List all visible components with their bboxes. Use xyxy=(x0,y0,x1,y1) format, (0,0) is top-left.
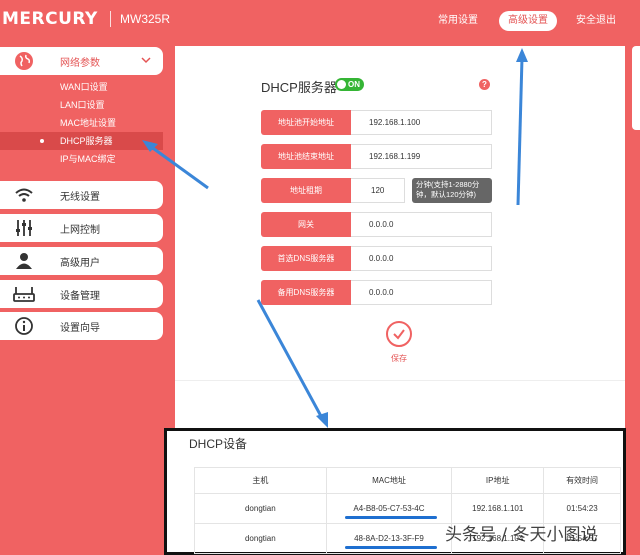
annotation-arrows xyxy=(142,48,528,428)
arrowhead-icon xyxy=(316,412,328,428)
watermark: 头条号 / 冬天小图说 xyxy=(445,525,598,545)
arrowhead-icon xyxy=(516,48,528,62)
arrow-to-devices xyxy=(256,299,324,419)
arrow-to-dhcp-menu xyxy=(149,144,209,190)
arrow-to-advanced-tab xyxy=(516,57,524,206)
